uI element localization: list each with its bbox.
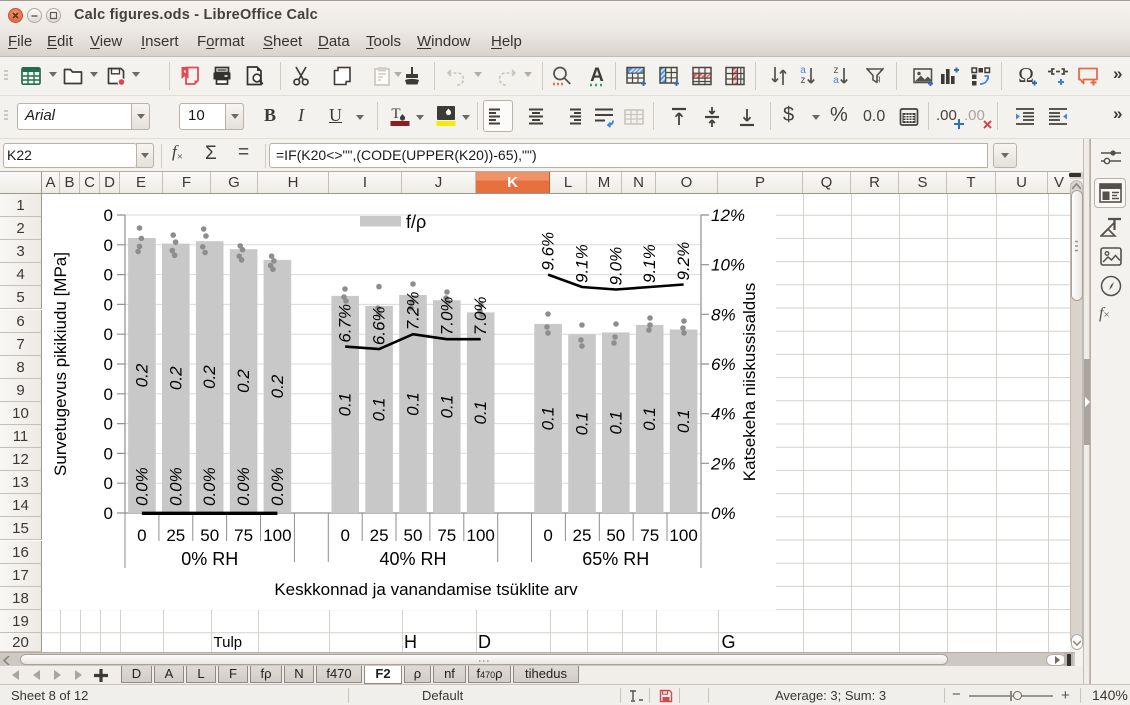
svg-text:0: 0 bbox=[104, 444, 113, 463]
svg-text:Katsekeha niiskussisaldus: Katsekeha niiskussisaldus bbox=[740, 283, 759, 481]
svg-text:75: 75 bbox=[640, 526, 659, 545]
svg-text:0: 0 bbox=[104, 266, 113, 285]
svg-text:7.0%: 7.0% bbox=[471, 296, 490, 335]
svg-text:a: a bbox=[833, 75, 839, 86]
svg-text:0.1: 0.1 bbox=[539, 407, 558, 431]
svg-text:0: 0 bbox=[104, 474, 113, 493]
svg-text:0.2: 0.2 bbox=[132, 363, 151, 387]
svg-text:0.1: 0.1 bbox=[471, 401, 490, 425]
svg-text:100: 100 bbox=[263, 526, 291, 545]
svg-text:0.2: 0.2 bbox=[200, 365, 219, 389]
svg-text:0: 0 bbox=[104, 415, 113, 434]
svg-text:Survetugevus pikikiudu [MPa]: Survetugevus pikikiudu [MPa] bbox=[51, 252, 70, 476]
svg-text:50: 50 bbox=[200, 526, 219, 545]
svg-text:10%: 10% bbox=[711, 256, 745, 275]
svg-text:D: D bbox=[478, 632, 491, 652]
svg-text:6.7%: 6.7% bbox=[336, 304, 355, 343]
svg-text:z: z bbox=[801, 75, 806, 86]
svg-text:0.1: 0.1 bbox=[336, 393, 355, 417]
svg-text:0.1: 0.1 bbox=[573, 412, 592, 436]
svg-text:8%: 8% bbox=[711, 305, 736, 324]
svg-text:Keskkonnad ja vanandamise tsük: Keskkonnad ja vanandamise tsüklite arv bbox=[274, 580, 578, 599]
svg-text:0.2: 0.2 bbox=[234, 369, 253, 393]
svg-text:0.1: 0.1 bbox=[606, 411, 625, 435]
svg-text:0: 0 bbox=[104, 236, 113, 255]
svg-text:65% RH: 65% RH bbox=[582, 549, 649, 569]
svg-text:0: 0 bbox=[104, 295, 113, 314]
svg-text:G: G bbox=[722, 632, 736, 652]
svg-text:9.1%: 9.1% bbox=[640, 244, 659, 283]
svg-text:0.1: 0.1 bbox=[674, 409, 693, 433]
svg-text:0: 0 bbox=[340, 526, 349, 545]
svg-text:0.0%: 0.0% bbox=[234, 467, 253, 506]
svg-text:H: H bbox=[404, 632, 417, 652]
svg-text:0% RH: 0% RH bbox=[181, 549, 238, 569]
svg-text:100: 100 bbox=[467, 526, 495, 545]
svg-text:0: 0 bbox=[104, 325, 113, 344]
svg-text:0.2: 0.2 bbox=[166, 366, 185, 390]
svg-text:A: A bbox=[590, 65, 604, 86]
svg-text:25: 25 bbox=[166, 526, 185, 545]
svg-text:0: 0 bbox=[104, 385, 113, 404]
svg-text:0: 0 bbox=[137, 526, 146, 545]
svg-text:75: 75 bbox=[234, 526, 253, 545]
svg-text:9.1%: 9.1% bbox=[573, 244, 592, 283]
svg-text:0.1: 0.1 bbox=[640, 407, 659, 431]
svg-text:7.2%: 7.2% bbox=[404, 291, 423, 330]
svg-text:0%: 0% bbox=[711, 504, 736, 523]
svg-text:4%: 4% bbox=[711, 405, 736, 424]
svg-text:50: 50 bbox=[404, 526, 423, 545]
svg-text:6%: 6% bbox=[711, 355, 736, 374]
svg-text:0.1: 0.1 bbox=[370, 398, 389, 422]
svg-text:0.0%: 0.0% bbox=[200, 467, 219, 506]
svg-text:Tulp: Tulp bbox=[214, 634, 243, 651]
svg-text:Ω: Ω bbox=[1018, 64, 1034, 87]
svg-text:7.0%: 7.0% bbox=[437, 296, 456, 335]
svg-text:100: 100 bbox=[669, 526, 697, 545]
svg-text:6.6%: 6.6% bbox=[370, 306, 389, 345]
svg-text:9.0%: 9.0% bbox=[606, 247, 625, 286]
svg-text:2%: 2% bbox=[710, 454, 736, 473]
svg-text:0: 0 bbox=[104, 504, 113, 523]
svg-text:25: 25 bbox=[370, 526, 389, 545]
svg-text:75: 75 bbox=[437, 526, 456, 545]
svg-text:0.1: 0.1 bbox=[404, 392, 423, 416]
svg-text:0.0%: 0.0% bbox=[132, 467, 151, 506]
svg-text:25: 25 bbox=[573, 526, 592, 545]
svg-text:40% RH: 40% RH bbox=[379, 549, 446, 569]
svg-text:0: 0 bbox=[543, 526, 552, 545]
svg-text:0.2: 0.2 bbox=[268, 374, 287, 398]
svg-text:T: T bbox=[391, 106, 400, 122]
svg-text:0.0%: 0.0% bbox=[268, 467, 287, 506]
svg-text:0.0%: 0.0% bbox=[166, 467, 185, 506]
svg-text:0: 0 bbox=[104, 355, 113, 374]
svg-text:50: 50 bbox=[606, 526, 625, 545]
svg-text:9.6%: 9.6% bbox=[539, 232, 558, 271]
svg-text:q: q bbox=[876, 74, 880, 83]
svg-text:9.2%: 9.2% bbox=[674, 242, 693, 281]
svg-text:12%: 12% bbox=[711, 206, 745, 225]
svg-text:0.1: 0.1 bbox=[437, 395, 456, 419]
svg-text:f/ρ: f/ρ bbox=[406, 212, 426, 232]
svg-text:0: 0 bbox=[104, 206, 113, 225]
